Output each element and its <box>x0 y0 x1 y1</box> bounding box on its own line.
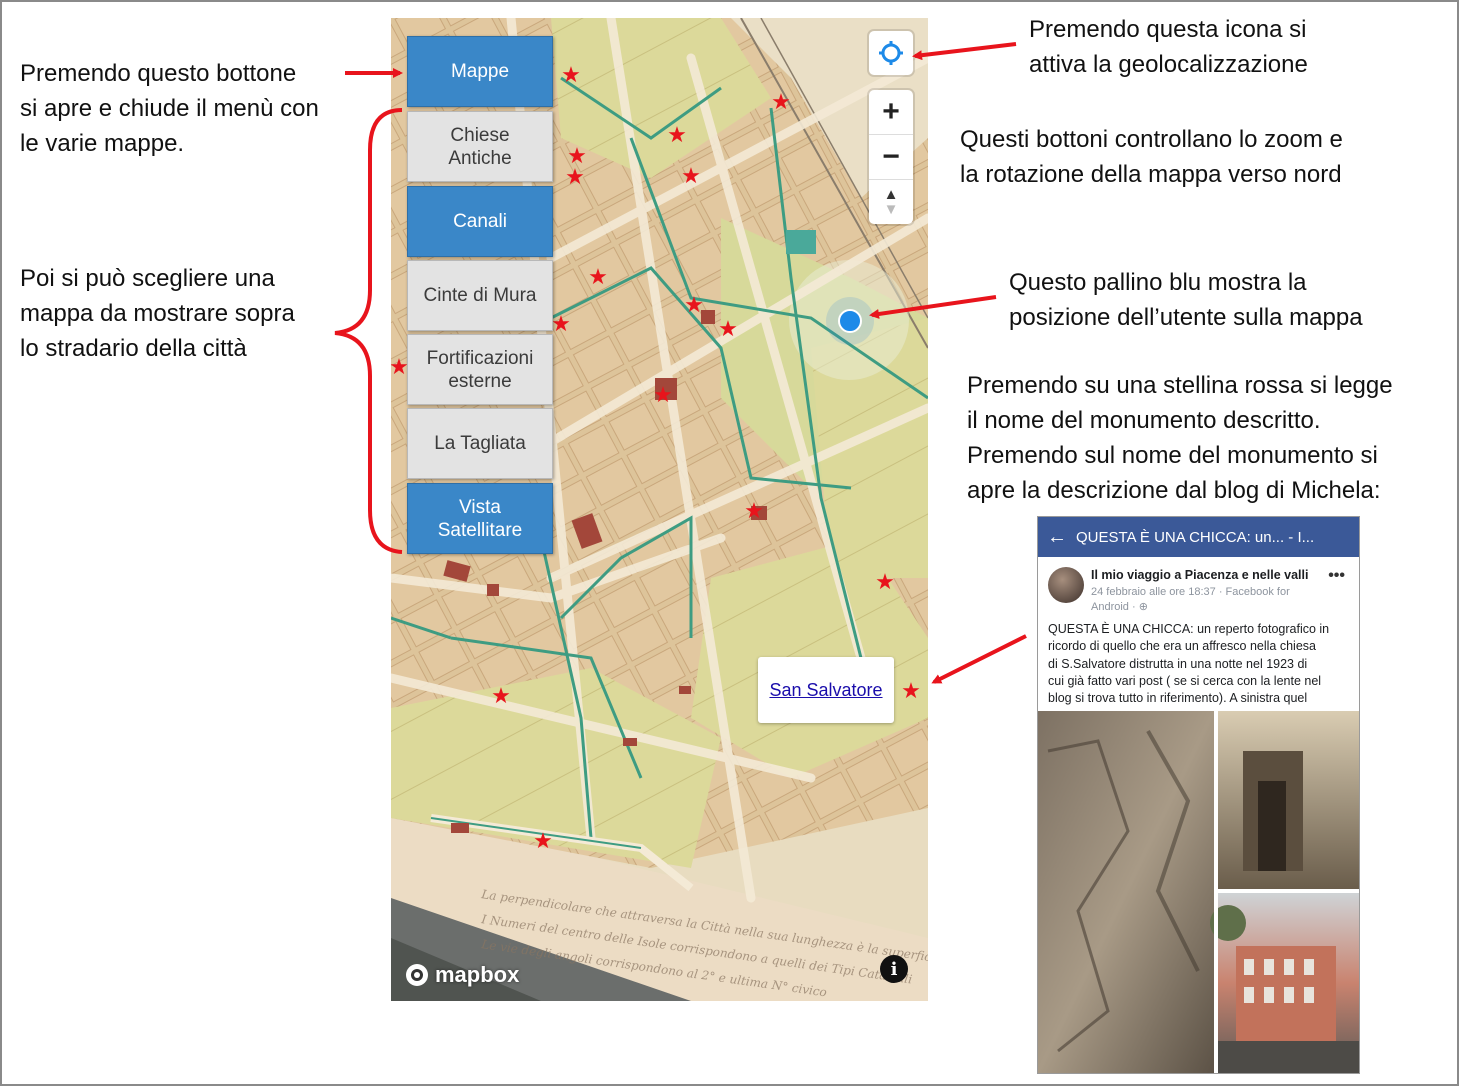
menu-item-la-tagliata[interactable]: La Tagliata <box>407 408 553 479</box>
facebook-page-title: QUESTA È UNA CHICCA: un... - I... <box>1076 528 1315 546</box>
navigation-control: + − ▲ ▼ <box>869 90 913 224</box>
monument-link[interactable]: San Salvatore <box>769 680 882 701</box>
menu-item-vista-satellitare[interactable]: Vista Satellitare <box>407 483 553 554</box>
compass-icon: ▲ <box>883 186 899 203</box>
svg-text:★: ★ <box>565 165 585 190</box>
back-arrow-icon[interactable]: ← <box>1038 526 1076 549</box>
plus-icon: + <box>882 95 900 128</box>
mapbox-icon <box>406 964 428 986</box>
minus-icon: − <box>882 140 900 173</box>
post-meta: 24 febbraio alle ore 18:37 · Facebook fo… <box>1091 586 1290 613</box>
menu-item-fortificazioni-esterne[interactable]: Fortificazioni esterne <box>407 334 553 405</box>
menu-item-cinte-di-mura[interactable]: Cinte di Mura <box>407 260 553 331</box>
svg-text:★: ★ <box>684 293 704 318</box>
svg-text:★: ★ <box>771 90 791 115</box>
note-geolocation: Premendo questa icona si attiva la geolo… <box>1029 16 1308 78</box>
geolocate-control <box>869 31 913 75</box>
compass-button[interactable]: ▲ ▼ <box>869 180 913 224</box>
facebook-header: ← QUESTA È UNA CHICCA: un... - I... <box>1038 517 1359 557</box>
svg-text:★: ★ <box>561 63 581 88</box>
post-author[interactable]: Il mio viaggio a Piacenza e nelle valli <box>1091 568 1308 582</box>
svg-text:★: ★ <box>588 265 608 290</box>
monument-popup: San Salvatore <box>758 657 894 723</box>
menu-item-canali[interactable]: Canali <box>407 186 553 257</box>
mapbox-logo[interactable]: mapbox <box>404 962 519 988</box>
svg-text:★: ★ <box>744 499 764 524</box>
svg-text:★: ★ <box>533 829 553 854</box>
info-icon[interactable]: i <box>880 955 908 983</box>
photo-fresco[interactable] <box>1038 711 1214 1073</box>
post-photos[interactable] <box>1038 711 1359 1073</box>
note-choose-map: Poi si può scegliere una mappa da mostra… <box>20 265 295 362</box>
menu-toggle-button[interactable]: Mappe <box>407 36 553 107</box>
svg-text:★: ★ <box>718 317 738 342</box>
facebook-post-screenshot: ← QUESTA È UNA CHICCA: un... - I... Il m… <box>1037 516 1360 1074</box>
svg-text:★: ★ <box>901 679 921 704</box>
note-user-dot: Questo pallino blu mostra la posizione d… <box>1009 269 1363 331</box>
avatar <box>1048 567 1084 603</box>
note-star: Premendo su una stellina rossa si legge … <box>967 372 1393 504</box>
svg-text:★: ★ <box>681 164 701 189</box>
svg-text:★: ★ <box>875 570 895 595</box>
svg-text:★: ★ <box>653 383 673 408</box>
svg-text:★: ★ <box>551 312 571 337</box>
note-menu-toggle: Premendo questo bottone si apre e chiude… <box>20 60 319 157</box>
svg-text:★: ★ <box>491 684 511 709</box>
more-options-icon[interactable]: ••• <box>1328 567 1345 585</box>
post-text: QUESTA È UNA CHICCA: un reperto fotograf… <box>1048 622 1330 706</box>
user-location-dot <box>838 309 862 333</box>
note-zoom: Questi bottoni controllano lo zoom e la … <box>960 126 1343 188</box>
zoom-out-button[interactable]: − <box>869 135 913 180</box>
geolocate-icon[interactable] <box>869 31 913 75</box>
svg-text:★: ★ <box>667 123 687 148</box>
zoom-in-button[interactable]: + <box>869 90 913 135</box>
menu-item-chiese-antiche[interactable]: Chiese Antiche <box>407 111 553 182</box>
